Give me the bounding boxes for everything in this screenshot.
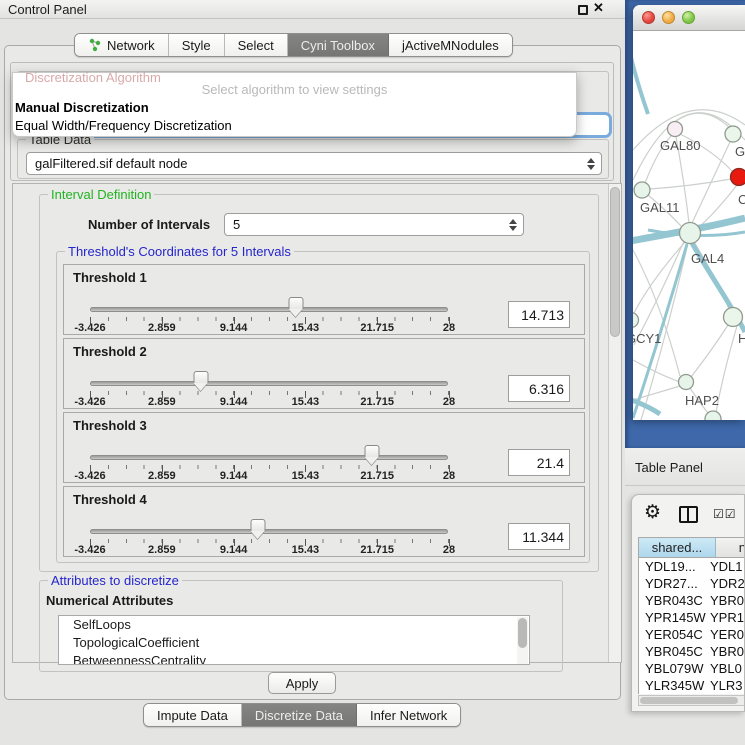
number-of-intervals-label: Number of Intervals — [88, 217, 210, 232]
tab-infer-network[interactable]: Infer Network — [357, 704, 460, 726]
close-icon[interactable]: ✕ — [593, 0, 604, 16]
columns-icon[interactable] — [679, 506, 698, 523]
number-of-intervals-combobox[interactable]: 5 — [224, 213, 524, 236]
select-columns-icon[interactable]: ☑☑ — [713, 507, 737, 521]
table-data-combobox[interactable]: galFiltered.sif default node — [26, 152, 602, 175]
threshold-2-slider[interactable] — [90, 381, 448, 386]
threshold-4-panel: Threshold 4 -3.4262.859 9.14415.43 21.71… — [63, 486, 585, 557]
control-panel-titlebar: Control Panel ✕ — [0, 0, 625, 19]
tab-network[interactable]: Network — [75, 34, 169, 56]
algorithm-dropdown-popup: Discretization Algorithm Select algorith… — [12, 72, 577, 137]
threshold-3-value-field[interactable]: 21.4 — [508, 449, 570, 476]
threshold-1-value-field[interactable]: 14.713 — [508, 301, 570, 328]
network-icon — [88, 38, 102, 52]
scrollbar-thumb[interactable] — [640, 697, 738, 704]
network-view[interactable]: GAL80 G C GAL11 GAL4 GCY1 H HAP2 — [633, 31, 745, 420]
node-label-gcy1: GCY1 — [633, 331, 661, 346]
tab-jactivemnodules[interactable]: jActiveMNodules — [389, 34, 512, 56]
table-row[interactable]: YBL079WYBL0 — [639, 660, 745, 677]
table-row[interactable]: YBR045CYBR0 — [639, 643, 745, 660]
tab-discretize-data[interactable]: Discretize Data — [242, 704, 357, 726]
table-toolbar: ⚙ ☑☑ — [632, 495, 744, 535]
node-label-partial-h: H — [738, 331, 745, 346]
table-panel-titlebar: Table Panel — [625, 448, 745, 486]
float-window-icon[interactable] — [578, 5, 588, 15]
slider-scale: -3.4262.859 9.14415.43 21.71528 — [90, 322, 449, 334]
threshold-4-slider[interactable] — [90, 529, 448, 534]
threshold-1-panel: Threshold 1 -3.4262.859 9.14415.43 21.71… — [63, 264, 585, 335]
table-panel-window[interactable]: ⚙ ☑☑ shared... n YDL19...YDL1 YDR27...YD… — [631, 494, 745, 712]
list-scrollbar[interactable] — [517, 617, 528, 665]
table-data-group: Table Data galFiltered.sif default node — [17, 139, 609, 179]
slider-scale: -3.4262.859 9.14415.43 21.71528 — [90, 396, 449, 408]
settings-scrollpane: Interval Definition Number of Intervals … — [12, 183, 622, 663]
slider-scale: -3.4262.859 9.14415.43 21.71528 — [90, 470, 449, 482]
attributes-group-title: Attributes to discretize — [48, 573, 182, 588]
table-panel-title: Table Panel — [635, 460, 703, 475]
zoom-traffic-light-icon[interactable] — [682, 11, 695, 24]
table-row[interactable]: YLR345WYLR3 — [639, 677, 745, 694]
node-label-partial-g: G — [735, 144, 745, 159]
threshold-2-panel: Threshold 2 -3.4262.859 9.14415.43 21.71… — [63, 338, 585, 409]
combo-stepper-icon — [509, 219, 517, 231]
node-label-hap2: HAP2 — [685, 393, 719, 408]
minimize-traffic-light-icon[interactable] — [662, 11, 675, 24]
interval-definition-group: Interval Definition Number of Intervals … — [39, 194, 599, 572]
tab-select[interactable]: Select — [225, 34, 288, 56]
table-row[interactable]: YBR043CYBR0 — [639, 592, 745, 609]
gear-icon[interactable]: ⚙ — [644, 501, 661, 524]
scrollbar-thumb[interactable] — [610, 187, 620, 337]
thresholds-group-title: Threshold's Coordinates for 5 Intervals — [65, 244, 294, 259]
table-body[interactable]: YDL19...YDL1 YDR27...YDR2 YBR043CYBR0 YP… — [638, 558, 745, 694]
control-panel-title: Control Panel — [8, 2, 87, 17]
node-label-partial-c: C — [738, 192, 745, 207]
column-header-shared-name[interactable]: shared... — [639, 538, 716, 557]
interval-definition-title: Interval Definition — [48, 187, 154, 202]
tab-style[interactable]: Style — [169, 34, 225, 56]
algorithm-prompt: Select algorithm to view settings — [13, 82, 576, 97]
apply-button[interactable]: Apply — [268, 672, 336, 694]
slider-thumb[interactable] — [289, 297, 304, 316]
threshold-4-value-field[interactable]: 11.344 — [508, 523, 570, 550]
list-item[interactable]: SelfLoops — [59, 616, 529, 634]
combo-stepper-icon — [587, 158, 595, 170]
tab-cyni-toolbox[interactable]: Cyni Toolbox — [288, 34, 389, 56]
attributes-group: Attributes to discretize Numerical Attri… — [39, 580, 563, 672]
screen: Control Panel ✕ Network Style Select Cyn… — [0, 0, 745, 745]
threshold-2-value-field[interactable]: 6.316 — [508, 375, 570, 402]
slider-scale: -3.4262.859 9.14415.43 21.71528 — [90, 544, 449, 556]
node-label-gal80: GAL80 — [660, 138, 700, 153]
node-label-gal4: GAL4 — [691, 251, 724, 266]
top-tabbar: Network Style Select Cyni Toolbox jActiv… — [74, 33, 513, 57]
thresholds-group: Threshold's Coordinates for 5 Intervals … — [56, 251, 590, 563]
numerical-attributes-label: Numerical Attributes — [46, 593, 173, 608]
table-row[interactable]: YDR27...YDR2 — [639, 575, 745, 592]
list-item[interactable]: BetweennessCentrality — [59, 652, 529, 665]
numerical-attributes-list[interactable]: SelfLoops TopologicalCoefficient Between… — [58, 615, 530, 665]
table-row[interactable]: YER054CYER0 — [639, 626, 745, 643]
threshold-3-slider[interactable] — [90, 455, 448, 460]
tab-impute-data[interactable]: Impute Data — [144, 704, 242, 726]
table-header-row: shared... n — [638, 537, 745, 558]
network-window-titlebar[interactable] — [633, 5, 745, 31]
slider-thumb[interactable] — [194, 371, 209, 390]
slider-thumb[interactable] — [251, 519, 266, 538]
close-traffic-light-icon[interactable] — [642, 11, 655, 24]
table-horizontal-scrollbar[interactable] — [638, 695, 745, 706]
option-manual-discretization[interactable]: Manual Discretization — [15, 100, 149, 115]
slider-thumb[interactable] — [365, 445, 380, 464]
threshold-1-slider[interactable] — [90, 307, 448, 312]
bottom-tabbar: Impute Data Discretize Data Infer Networ… — [143, 703, 461, 727]
threshold-3-panel: Threshold 3 -3.4262.859 9.14415.43 21.71… — [63, 412, 585, 483]
option-equal-width-frequency[interactable]: Equal Width/Frequency Discretization — [15, 118, 232, 133]
node-label-gal11: GAL11 — [640, 200, 680, 215]
column-header-name[interactable]: n — [716, 538, 745, 557]
table-row[interactable]: YDL19...YDL1 — [639, 558, 745, 575]
settings-scrollbar[interactable] — [608, 184, 621, 662]
table-row[interactable]: YPR145WYPR1 — [639, 609, 745, 626]
list-item[interactable]: TopologicalCoefficient — [59, 634, 529, 652]
